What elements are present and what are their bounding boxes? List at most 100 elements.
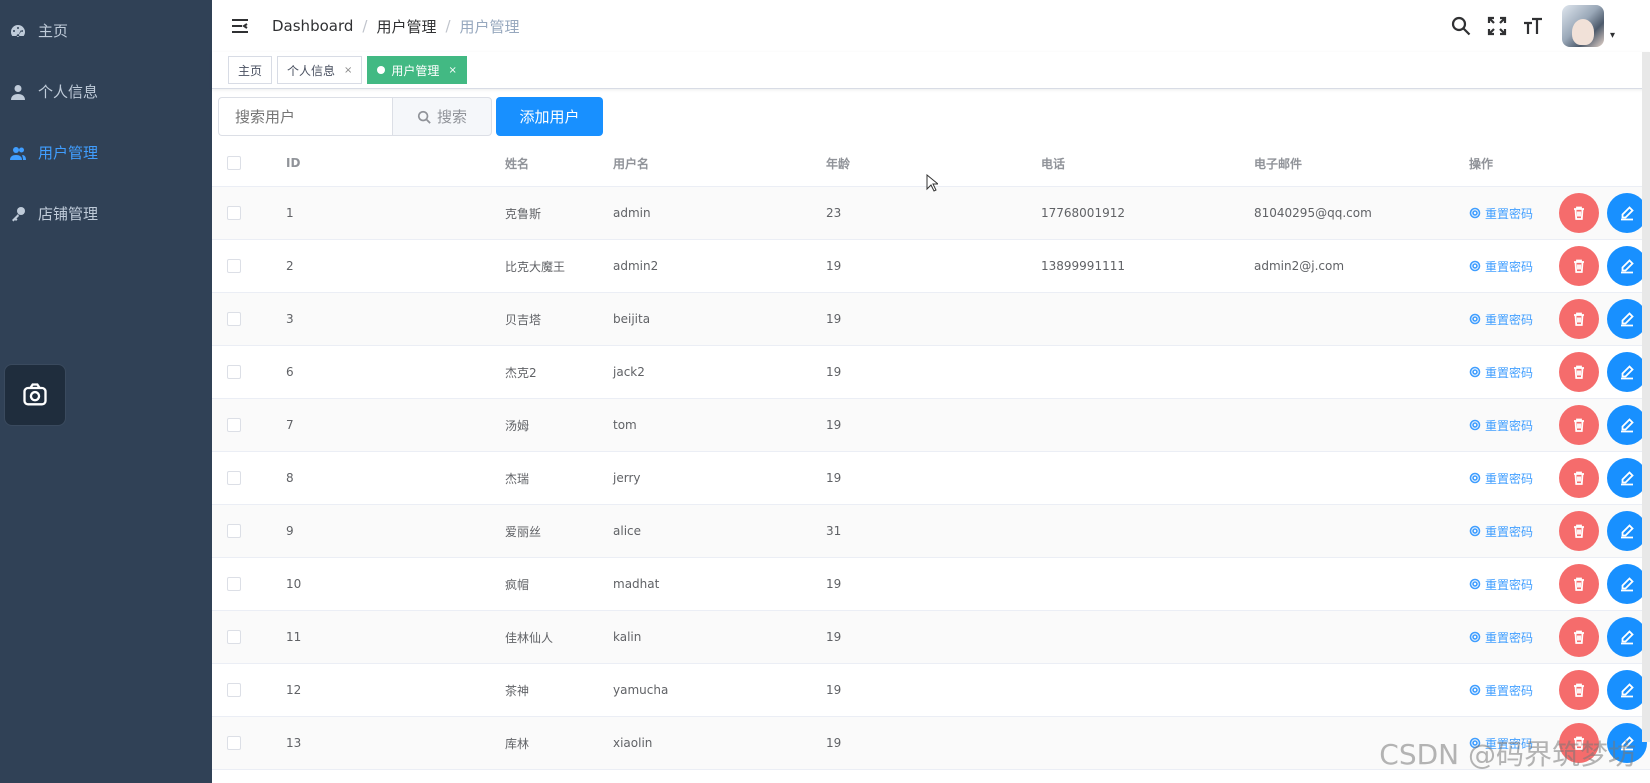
- reset-password-link[interactable]: 重置密码: [1469, 311, 1551, 328]
- cell-id: 1: [286, 206, 294, 220]
- edit-icon: [1621, 206, 1634, 221]
- cell-name: 杰克2: [505, 365, 537, 380]
- fullscreen-icon[interactable]: [1486, 15, 1508, 37]
- avatar[interactable]: [1562, 5, 1604, 47]
- delete-button[interactable]: [1559, 352, 1599, 392]
- delete-button[interactable]: [1559, 193, 1599, 233]
- sidebar-item-0[interactable]: 主页: [0, 0, 212, 61]
- chevron-down-icon[interactable]: ▾: [1610, 30, 1622, 41]
- sidebar-item-2[interactable]: 用户管理: [0, 122, 212, 183]
- edit-button[interactable]: [1607, 405, 1647, 445]
- cell-ops: 重置密码: [1459, 193, 1650, 233]
- reset-password-link[interactable]: 重置密码: [1469, 576, 1551, 593]
- reset-password-link[interactable]: 重置密码: [1469, 523, 1551, 540]
- search-button[interactable]: 搜索: [392, 97, 492, 136]
- active-dot-icon: [377, 66, 386, 74]
- trash-icon: [1574, 577, 1584, 591]
- cell-age: 23: [826, 206, 842, 220]
- search-button-label: 搜索: [436, 108, 467, 126]
- row-checkbox[interactable]: [227, 577, 241, 591]
- reset-password-link[interactable]: 重置密码: [1469, 629, 1551, 646]
- cell-name: 贝吉塔: [505, 312, 542, 327]
- cell-name: 汤姆: [505, 418, 530, 433]
- close-icon[interactable]: ×: [448, 65, 456, 76]
- row-checkbox[interactable]: [227, 630, 241, 644]
- delete-button[interactable]: [1559, 458, 1599, 498]
- edit-button[interactable]: [1607, 193, 1647, 233]
- cell-age: 19: [826, 736, 842, 750]
- delete-button[interactable]: [1559, 564, 1599, 604]
- cell-ops: 重置密码: [1459, 458, 1650, 498]
- table-row: 8 杰瑞 jerry 19 重置密码: [212, 452, 1650, 505]
- delete-button[interactable]: [1559, 405, 1599, 445]
- sidebar-item-3[interactable]: 店铺管理: [0, 183, 212, 244]
- search-input[interactable]: [218, 97, 393, 136]
- reset-password-link[interactable]: 重置密码: [1469, 470, 1551, 487]
- edit-button[interactable]: [1607, 352, 1647, 392]
- tag-2[interactable]: 用户管理 ×: [367, 56, 467, 84]
- row-checkbox[interactable]: [227, 683, 241, 697]
- cell-id: 10: [286, 577, 302, 591]
- trash-icon: [1574, 206, 1584, 220]
- close-icon[interactable]: ×: [344, 65, 352, 76]
- reset-password-link[interactable]: 重置密码: [1469, 417, 1551, 434]
- screenshot-button[interactable]: [4, 364, 66, 426]
- cell-name: 茶神: [505, 683, 530, 698]
- reset-password-link[interactable]: 重置密码: [1469, 364, 1551, 381]
- select-all-checkbox[interactable]: [227, 156, 241, 170]
- delete-button[interactable]: [1559, 670, 1599, 710]
- cell-ops: 重置密码: [1459, 352, 1650, 392]
- tag-1[interactable]: 个人信息 ×: [277, 56, 363, 84]
- search-icon[interactable]: [1450, 15, 1472, 37]
- row-checkbox[interactable]: [227, 312, 241, 326]
- row-checkbox[interactable]: [227, 259, 241, 273]
- navbar-right: ▾: [1436, 0, 1622, 52]
- dashboard-icon: [8, 21, 28, 41]
- edit-button[interactable]: [1607, 299, 1647, 339]
- row-checkbox[interactable]: [227, 418, 241, 432]
- reset-password-link[interactable]: 重置密码: [1469, 205, 1551, 222]
- reset-password-link[interactable]: 重置密码: [1469, 258, 1551, 275]
- navbar: Dashboard / 用户管理 / 用户管理 ▾: [212, 0, 1650, 52]
- cell-ops: 重置密码: [1459, 405, 1650, 445]
- delete-button[interactable]: [1559, 246, 1599, 286]
- sidebar-item-label: 个人信息: [38, 83, 99, 101]
- edit-button[interactable]: [1607, 511, 1647, 551]
- tag-0[interactable]: 主页: [228, 56, 273, 84]
- scrollbar[interactable]: [1642, 52, 1650, 742]
- row-checkbox[interactable]: [227, 524, 241, 538]
- delete-button[interactable]: [1559, 511, 1599, 551]
- cell-ops: 重置密码: [1459, 564, 1650, 604]
- edit-button[interactable]: [1607, 617, 1647, 657]
- edit-icon: [1621, 312, 1634, 327]
- delete-button[interactable]: [1559, 299, 1599, 339]
- edit-button[interactable]: [1607, 246, 1647, 286]
- sidebar-item-1[interactable]: 个人信息: [0, 61, 212, 122]
- reset-password-label: 重置密码: [1485, 630, 1534, 645]
- edit-button[interactable]: [1607, 670, 1647, 710]
- edit-button[interactable]: [1607, 564, 1647, 604]
- breadcrumb-item[interactable]: 用户管理: [376, 16, 436, 37]
- reset-password-link[interactable]: 重置密码: [1469, 682, 1551, 699]
- row-checkbox[interactable]: [227, 471, 241, 485]
- camera-icon: [23, 383, 47, 406]
- hamburger-button[interactable]: [230, 16, 250, 36]
- trash-icon: [1574, 630, 1584, 644]
- menu-fold-icon: [232, 19, 248, 33]
- tag-label: 个人信息: [287, 63, 336, 78]
- header-username: 用户名: [613, 156, 650, 171]
- row-checkbox[interactable]: [227, 736, 241, 750]
- cell-ops: 重置密码: [1459, 299, 1650, 339]
- edit-button[interactable]: [1607, 458, 1647, 498]
- breadcrumb-item[interactable]: Dashboard: [272, 17, 353, 35]
- add-user-button[interactable]: 添加用户: [496, 97, 603, 136]
- users-icon: [8, 143, 28, 163]
- delete-button[interactable]: [1559, 617, 1599, 657]
- trash-icon: [1574, 312, 1584, 326]
- mouse-cursor-icon: [926, 174, 938, 192]
- row-checkbox[interactable]: [227, 206, 241, 220]
- row-checkbox[interactable]: [227, 365, 241, 379]
- cell-id: 8: [286, 471, 294, 485]
- tags-view: 主页 个人信息 × 用户管理 ×: [212, 52, 1650, 89]
- font-size-icon[interactable]: [1522, 15, 1544, 37]
